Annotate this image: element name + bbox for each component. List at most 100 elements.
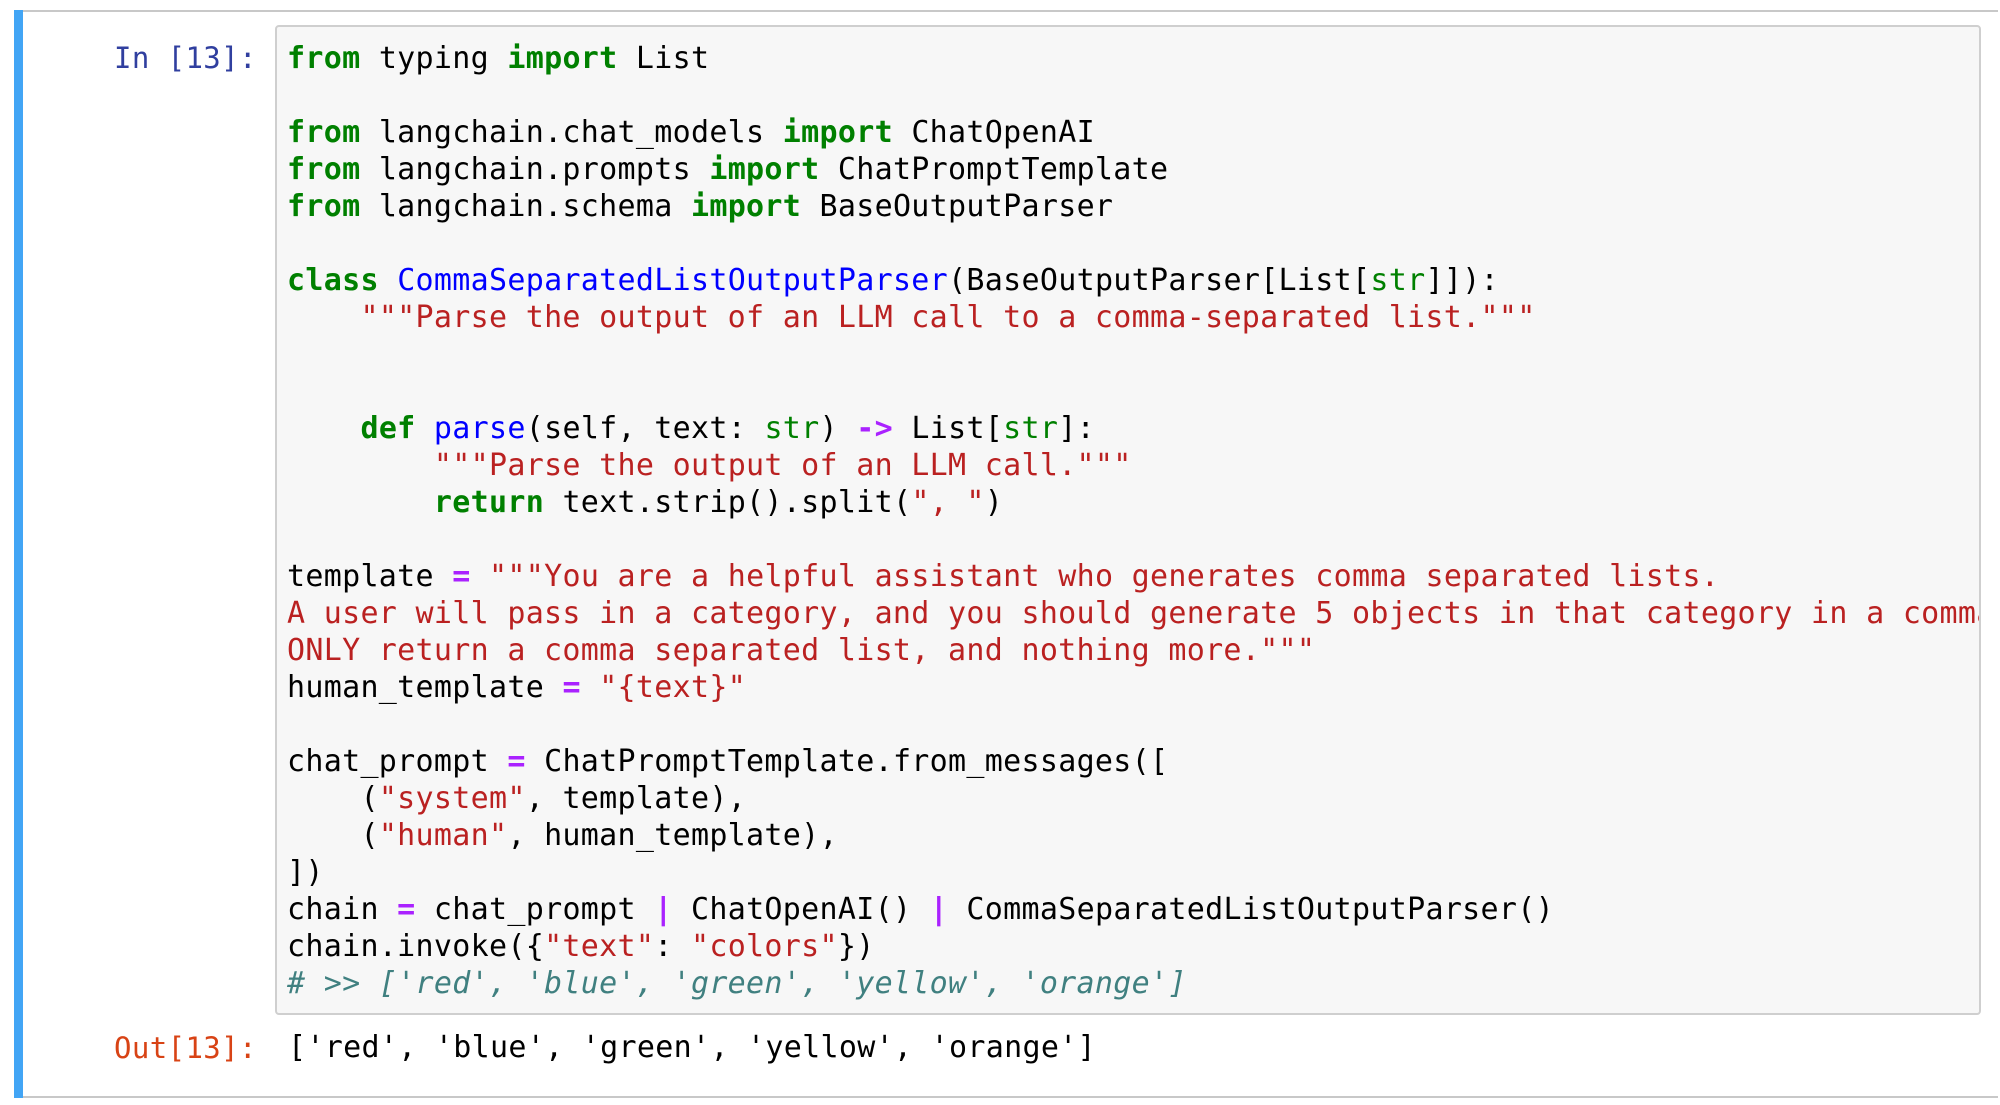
input-prompt: In [13]: xyxy=(114,41,257,75)
code-token: = xyxy=(452,559,471,594)
code-token: (BaseOutputParser[List[ xyxy=(948,263,1371,298)
code-token: human_template xyxy=(287,670,563,705)
code-token: str xyxy=(1370,263,1426,298)
code-line: ​ xyxy=(287,225,1979,262)
code-token: from xyxy=(287,41,361,76)
code-line: # >> ['red', 'blue', 'green', 'yellow', … xyxy=(287,965,1979,1002)
code-token: from xyxy=(287,152,361,187)
code-token: ChatOpenAI() xyxy=(672,892,930,927)
code-token: ChatOpenAI xyxy=(892,115,1095,150)
code-line: template = """You are a helpful assistan… xyxy=(287,558,1979,595)
code-token: -> xyxy=(856,411,893,446)
code-line: ​ xyxy=(287,706,1979,743)
code-token: "{text}" xyxy=(599,670,747,705)
code-token: chat_prompt xyxy=(287,744,508,779)
code-token: str xyxy=(764,411,820,446)
code-token: A user will pass in a category, and you … xyxy=(287,596,1981,631)
code-token: class xyxy=(287,263,379,298)
code-line: from langchain.chat_models import ChatOp… xyxy=(287,114,1979,151)
code-token: chain.invoke({ xyxy=(287,929,545,964)
code-line: from langchain.prompts import ChatPrompt… xyxy=(287,151,1979,188)
code-token: langchain.schema xyxy=(360,189,691,224)
code-token: ]]): xyxy=(1425,263,1499,298)
code-token: , template), xyxy=(525,781,747,816)
code-token: ONLY return a comma separated list, and … xyxy=(287,633,1316,668)
code-line: ​ xyxy=(287,373,1979,410)
code-token: text.strip().split( xyxy=(544,485,912,520)
code-line: ​ xyxy=(287,336,1979,373)
code-token: chat_prompt xyxy=(415,892,655,927)
code-token: return xyxy=(433,485,545,520)
code-line: chain.invoke({"text": "colors"}) xyxy=(287,928,1979,965)
code-line: """Parse the output of an LLM call to a … xyxy=(287,299,1979,336)
code-token: import xyxy=(690,189,802,224)
code-token: ]) xyxy=(287,855,324,890)
code-line: from typing import List xyxy=(287,40,1979,77)
code-line: chat_prompt = ChatPromptTemplate.from_me… xyxy=(287,743,1979,780)
code-editor[interactable]: from typing import List​from langchain.c… xyxy=(287,40,1981,1002)
code-line: ONLY return a comma separated list, and … xyxy=(287,632,1979,669)
code-token: from xyxy=(287,115,361,150)
code-token: typing xyxy=(360,41,508,76)
code-token: langchain.prompts xyxy=(360,152,710,187)
cell-output: ['red', 'blue', 'green', 'yellow', 'oran… xyxy=(288,1030,1096,1065)
code-token: = xyxy=(397,892,416,927)
code-token: ( xyxy=(287,818,379,853)
code-token: ChatPromptTemplate.from_messages([ xyxy=(525,744,1169,779)
code-token: langchain.chat_models xyxy=(360,115,783,150)
code-token: | xyxy=(654,892,673,927)
code-line: chain = chat_prompt | ChatOpenAI() | Com… xyxy=(287,891,1979,928)
code-token: str xyxy=(1003,411,1059,446)
code-line: ​ xyxy=(287,77,1979,114)
code-input-area[interactable]: from typing import List​from langchain.c… xyxy=(275,25,1981,1015)
code-line: A user will pass in a category, and you … xyxy=(287,595,1981,632)
code-token: template xyxy=(287,559,453,594)
code-token: = xyxy=(507,744,526,779)
code-token: # >> ['red', 'blue', 'green', 'yellow', … xyxy=(287,966,1187,1001)
code-token: chain xyxy=(287,892,398,927)
code-line: human_template = "{text}" xyxy=(287,669,1979,706)
code-token: "system" xyxy=(378,781,526,816)
code-token: (self, text: xyxy=(525,411,765,446)
code-token: = xyxy=(562,670,581,705)
code-token: List[ xyxy=(893,411,1004,446)
code-line: def parse(self, text: str) -> List[str]: xyxy=(287,410,1979,447)
code-token: """Parse the output of an LLM call to a … xyxy=(360,300,1536,335)
output-prompt: Out[13]: xyxy=(114,1031,257,1065)
code-token: BaseOutputParser xyxy=(801,189,1114,224)
code-token: ", " xyxy=(911,485,985,520)
code-token: ChatPromptTemplate xyxy=(819,152,1169,187)
code-token: | xyxy=(929,892,949,927)
code-token: "text" xyxy=(544,929,655,964)
code-token: import xyxy=(782,115,893,150)
code-line: """Parse the output of an LLM call.""" xyxy=(287,447,1979,484)
code-token: CommaSeparatedListOutputParser xyxy=(397,263,949,298)
code-line: from langchain.schema import BaseOutputP… xyxy=(287,188,1979,225)
code-token: import xyxy=(709,152,820,187)
code-token: import xyxy=(507,41,618,76)
code-token: def xyxy=(360,411,416,446)
code-token: "human" xyxy=(378,818,508,853)
code-token: : xyxy=(654,929,691,964)
code-token: CommaSeparatedListOutputParser() xyxy=(948,892,1554,927)
code-token: ]: xyxy=(1058,411,1095,446)
code-line: ("system", template), xyxy=(287,780,1979,817)
code-token: ( xyxy=(287,781,379,816)
code-token: }) xyxy=(837,929,875,964)
code-line: ]) xyxy=(287,854,1979,891)
code-token: "colors" xyxy=(690,929,838,964)
code-token: ) xyxy=(984,485,1004,520)
code-line: return text.strip().split(", ") xyxy=(287,484,1979,521)
code-line: ​ xyxy=(287,521,1979,558)
code-line: class CommaSeparatedListOutputParser(Bas… xyxy=(287,262,1979,299)
code-token: """You are a helpful assistant who gener… xyxy=(489,559,1720,594)
selected-cell-marker xyxy=(14,10,23,1098)
code-token: ) xyxy=(819,411,857,446)
